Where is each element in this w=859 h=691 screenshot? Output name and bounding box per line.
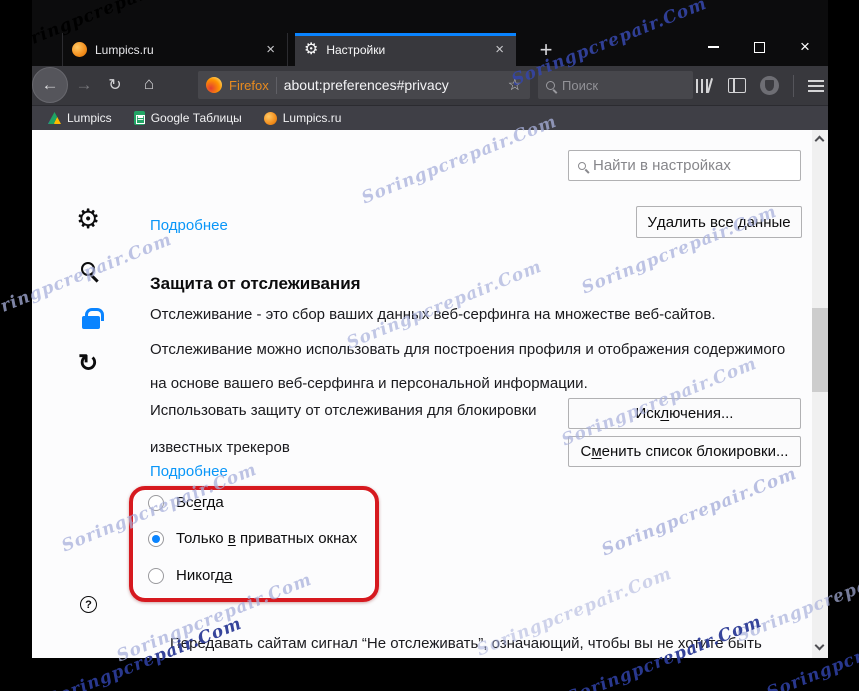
google-drive-icon <box>48 112 61 124</box>
firefox-window: Lumpics.ru × ⚙ Настройки × + × ← → ↻ ⌂ F… <box>32 0 828 658</box>
navbar-divider <box>793 74 794 97</box>
maximize-icon <box>753 41 765 53</box>
bookmark-star-icon[interactable]: ☆ <box>508 75 522 95</box>
tracking-description-line: Отслеживание можно использовать для пост… <box>150 341 786 358</box>
exceptions-button[interactable]: Иск л ючения... <box>568 398 801 429</box>
hamburger-menu-icon[interactable] <box>808 79 824 93</box>
lumpics-favicon-icon <box>263 111 277 125</box>
search-icon <box>546 80 555 90</box>
help-icon[interactable]: ? <box>80 596 97 613</box>
radio-button[interactable] <box>148 567 164 584</box>
new-tab-button[interactable]: + <box>528 33 564 66</box>
google-sheets-icon <box>133 111 145 125</box>
radio-button[interactable] <box>148 494 164 511</box>
section-heading: Защита от отслеживания <box>150 274 361 293</box>
tracking-description-line: на основе вашего веб-серфинга и персонал… <box>150 375 588 392</box>
tracking-protection-label-line: Использовать защиту от отслеживания для … <box>150 402 537 419</box>
firefox-icon <box>206 77 222 93</box>
bookmark-label: Lumpics <box>67 111 112 125</box>
preferences-page: ⚙ ↻ ? Подробнее Удалить все данные Защит… <box>32 130 828 658</box>
scroll-up-icon[interactable] <box>814 135 825 146</box>
tab-title: Настройки <box>326 42 386 57</box>
delete-all-data-button[interactable]: Уд алить все данные <box>636 206 802 238</box>
category-sync-icon[interactable]: ↻ <box>78 352 98 376</box>
bookmark-google-sheets[interactable]: Google Таблицы <box>133 111 242 125</box>
radio-label: Только в приватных окнах <box>176 530 358 547</box>
radio-button-selected[interactable] <box>148 530 164 547</box>
learn-more-link-tracking[interactable]: Подробнее <box>150 463 228 480</box>
window-controls: × <box>690 33 828 66</box>
radio-label: Никогда <box>176 567 233 584</box>
sidebar-toggle-icon[interactable] <box>728 78 746 93</box>
tab-title: Lumpics.ru <box>95 42 154 57</box>
settings-search-field[interactable] <box>568 150 801 181</box>
bookmark-lumpics-drive[interactable]: Lumpics <box>48 111 112 125</box>
url-bar[interactable]: Firefox about:preferences#privacy ☆ <box>198 71 530 99</box>
scrollbar-thumb[interactable] <box>812 308 828 392</box>
firefox-label: Firefox <box>229 77 269 93</box>
tracking-description-line: Отслеживание - это сбор ваших данных веб… <box>150 306 716 323</box>
reload-button[interactable]: ↻ <box>104 75 126 97</box>
forward-button[interactable]: → <box>73 75 95 97</box>
tracking-protection-label-line: известных трекеров <box>150 439 290 456</box>
radio-label: Всегда <box>176 494 224 511</box>
navigation-bar: ← → ↻ ⌂ Firefox about:preferences#privac… <box>32 66 828 105</box>
category-privacy-lock-icon[interactable] <box>82 308 104 329</box>
browser-search-input[interactable] <box>562 77 662 93</box>
tab-strip: Lumpics.ru × ⚙ Настройки × + × <box>32 0 828 66</box>
lumpics-favicon-icon <box>72 42 87 57</box>
navbar-right-icons <box>695 66 824 105</box>
urlbar-divider <box>275 76 277 94</box>
bookmarks-bar: Lumpics Google Таблицы Lumpics.ru <box>32 105 828 130</box>
learn-more-link-top[interactable]: Подробнее <box>150 217 228 234</box>
tab-close-icon[interactable]: × <box>492 42 507 57</box>
url-text[interactable]: about:preferences#privacy <box>284 77 501 93</box>
minimize-button[interactable] <box>690 33 736 61</box>
bookmark-lumpics-ru[interactable]: Lumpics.ru <box>263 111 342 125</box>
home-button[interactable]: ⌂ <box>138 74 160 96</box>
library-icon[interactable] <box>695 78 714 94</box>
category-search-icon[interactable] <box>81 262 95 276</box>
bookmark-label: Lumpics.ru <box>282 111 342 125</box>
scroll-down-icon[interactable] <box>814 640 825 651</box>
back-button[interactable]: ← <box>32 67 68 103</box>
settings-search-input[interactable] <box>593 157 783 174</box>
close-button[interactable]: × <box>782 33 828 61</box>
bookmark-label: Google Таблицы <box>150 111 242 125</box>
radio-option-always[interactable]: Всегда <box>148 494 224 511</box>
screenshot-canvas: Lumpics.ru × ⚙ Настройки × + × ← → ↻ ⌂ F… <box>0 0 859 691</box>
search-icon <box>578 161 586 170</box>
gear-icon: ⚙ <box>304 40 319 58</box>
category-general-gear-icon[interactable]: ⚙ <box>76 206 100 233</box>
maximize-button[interactable] <box>736 33 782 61</box>
tab-lumpics[interactable]: Lumpics.ru × <box>62 33 288 66</box>
radio-option-private-windows[interactable]: Только в приватных окнах <box>148 530 357 547</box>
minimize-icon <box>707 46 719 48</box>
browser-search-box[interactable] <box>538 71 693 99</box>
tab-settings[interactable]: ⚙ Настройки × <box>295 33 516 66</box>
do-not-track-text: Передавать сайтам сигнал “Не отслеживать… <box>170 635 762 652</box>
scrollbar[interactable] <box>812 130 828 658</box>
ublock-extension-icon[interactable] <box>760 76 779 95</box>
radio-option-never[interactable]: Никогда <box>148 567 232 584</box>
change-blocklist-button[interactable]: См енить список блокировки... <box>568 436 801 467</box>
tab-close-icon[interactable]: × <box>263 42 278 57</box>
